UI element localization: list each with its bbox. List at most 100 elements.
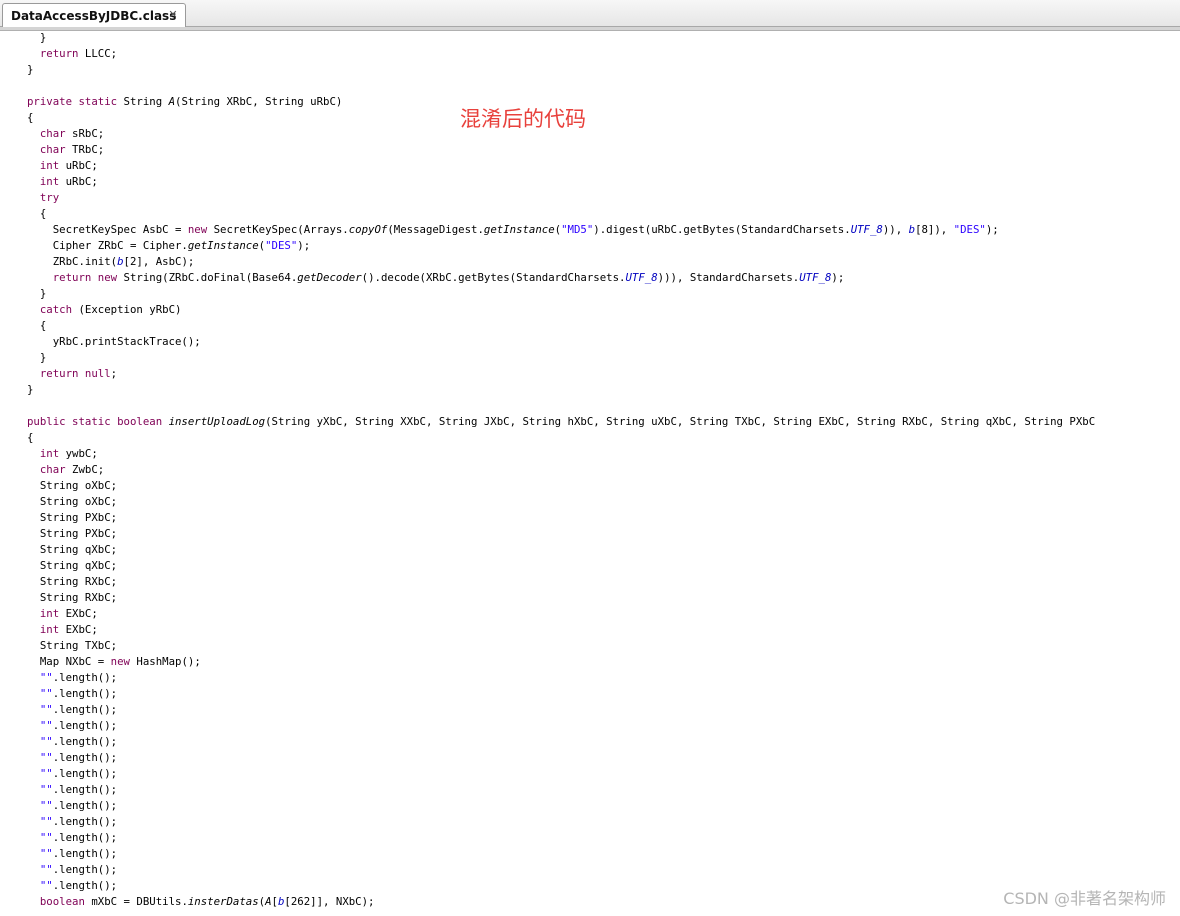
code-token: "" (39, 863, 53, 876)
code-token: "" (39, 767, 53, 780)
code-line: String oXbC; (27, 478, 1180, 494)
code-token: int (39, 607, 60, 620)
code-line: "".length(); (27, 734, 1180, 750)
code-line: "".length(); (27, 718, 1180, 734)
code-token: [2], AsbC); (123, 255, 195, 268)
code-token: } (27, 383, 34, 396)
code-line: int EXbC; (27, 622, 1180, 638)
code-token: int (39, 159, 60, 172)
code-line: String qXbC; (27, 542, 1180, 558)
code-token: "" (39, 783, 53, 796)
code-token: return new (52, 271, 118, 284)
code-token: catch (39, 303, 73, 316)
code-token: ywbC; (59, 447, 98, 460)
code-token: (String yXbC, String XXbC, String JXbC, … (265, 415, 1096, 428)
code-token: String qXbC; (27, 543, 118, 556)
code-token: int (39, 447, 60, 460)
code-token: (Exception yRbC) (72, 303, 182, 316)
code-token: { (27, 319, 47, 332)
code-token: char (39, 143, 66, 156)
code-line: String oXbC; (27, 494, 1180, 510)
code-token: ().decode(XRbC.getBytes(StandardCharsets… (361, 271, 626, 284)
code-token: int (39, 175, 60, 188)
code-line: int uRbC; (27, 158, 1180, 174)
code-line: } (27, 62, 1180, 78)
code-line: try (27, 190, 1180, 206)
code-line: "".length(); (27, 830, 1180, 846)
code-token: mXbC = DBUtils. (84, 895, 188, 908)
code-token: .length(); (52, 783, 118, 796)
code-line: char sRbC; (27, 126, 1180, 142)
code-token: "" (39, 831, 53, 844)
code-token: (String XRbC, String uRbC) (175, 95, 343, 108)
code-token: } (27, 351, 47, 364)
code-line: "".length(); (27, 686, 1180, 702)
tab-title: DataAccessByJDBC.class (11, 8, 177, 23)
code-token: Map NXbC = (27, 655, 111, 668)
code-line: public static boolean insertUploadLog(St… (27, 414, 1180, 430)
code-line: String PXbC; (27, 510, 1180, 526)
code-line: String PXbC; (27, 526, 1180, 542)
code-token: [8]), (915, 223, 954, 236)
close-icon[interactable]: ✕ (166, 7, 180, 21)
code-token: } (27, 31, 47, 44)
code-token: TRbC; (65, 143, 105, 156)
code-token: .length(); (52, 735, 118, 748)
code-token: String TXbC; (27, 639, 118, 652)
tab-dataaccessbyjdbc-class[interactable]: DataAccessByJDBC.class ✕ (2, 3, 186, 27)
code-line: { (27, 110, 1180, 126)
code-token: LLCC; (78, 47, 118, 60)
code-line: String qXbC; (27, 558, 1180, 574)
code-line: char TRbC; (27, 142, 1180, 158)
code-token: getInstance (187, 239, 259, 252)
code-line: { (27, 206, 1180, 222)
code-line: yRbC.printStackTrace(); (27, 334, 1180, 350)
code-token: .length(); (52, 719, 118, 732)
code-token: .length(); (52, 687, 118, 700)
code-token: "" (39, 735, 53, 748)
code-token: ))), StandardCharsets. (657, 271, 800, 284)
code-line: } (27, 286, 1180, 302)
code-token: new (187, 223, 208, 236)
code-line: } (27, 30, 1180, 46)
code-token: String (117, 95, 169, 108)
code-token: insterDatas (187, 895, 259, 908)
code-token: [262]], NXbC); (284, 895, 375, 908)
code-token: .length(); (52, 847, 118, 860)
code-line: String RXbC; (27, 574, 1180, 590)
code-token: try (39, 191, 60, 204)
code-line: { (27, 430, 1180, 446)
code-token: .length(); (52, 799, 118, 812)
code-token: "" (39, 815, 53, 828)
code-token: HashMap(); (129, 655, 201, 668)
code-line: private static String A(String XRbC, Str… (27, 94, 1180, 110)
code-token: return null (39, 367, 111, 380)
code-token: String oXbC; (27, 495, 118, 508)
code-token: new (110, 655, 130, 668)
code-editor[interactable]: } return LLCC;} private static String A(… (27, 30, 1180, 916)
editor-tab-bar: DataAccessByJDBC.class ✕ (0, 0, 1180, 27)
code-line: Cipher ZRbC = Cipher.getInstance("DES"); (27, 238, 1180, 254)
code-line: "".length(); (27, 670, 1180, 686)
code-token: getDecoder (297, 271, 362, 284)
code-token: "" (39, 687, 53, 700)
code-token: int (39, 623, 60, 636)
code-token: .length(); (52, 879, 118, 892)
code-token: sRbC; (65, 127, 105, 140)
code-token: getInstance (483, 223, 555, 236)
code-token: String PXbC; (27, 511, 118, 524)
code-token: public static boolean (27, 415, 163, 428)
code-line: "".length(); (27, 766, 1180, 782)
code-token: copyOf (348, 223, 388, 236)
